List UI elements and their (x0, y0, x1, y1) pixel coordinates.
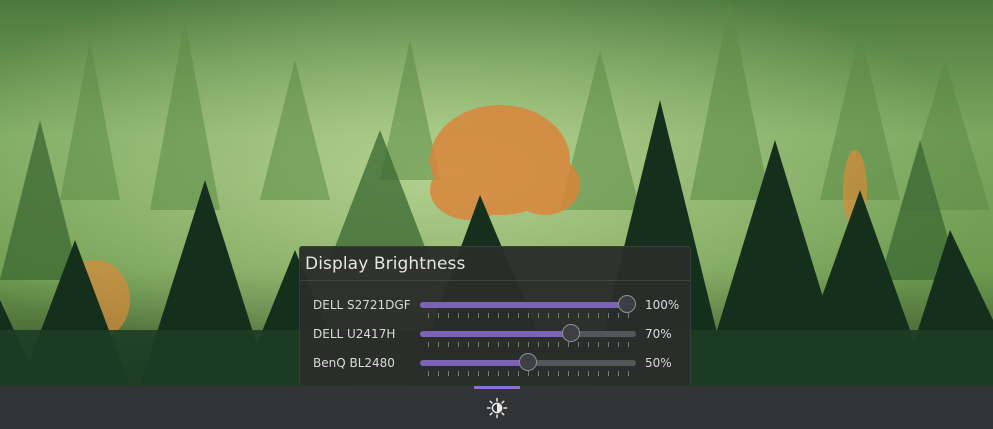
slider-tick (488, 313, 489, 318)
brightness-value: 50% (645, 356, 672, 370)
slider-tick (448, 371, 449, 376)
slider-tick (498, 313, 499, 318)
slider-tick (628, 371, 629, 376)
brightness-icon (486, 397, 508, 419)
slider-tick (558, 342, 559, 347)
slider-tick (568, 371, 569, 376)
slider-tick (488, 342, 489, 347)
brightness-value: 100% (645, 298, 680, 312)
monitor-name: DELL S2721DGF (313, 298, 411, 312)
slider-ticks (420, 371, 636, 377)
slider-tick (618, 313, 619, 318)
slider-tick (528, 342, 529, 347)
slider-tick (428, 371, 429, 376)
monitor-row: BenQ BL2480 50% (300, 353, 690, 381)
slider-tick (518, 371, 519, 376)
popup-divider (300, 280, 690, 281)
slider-tick (448, 342, 449, 347)
taskbar (0, 386, 993, 429)
slider-tick (608, 342, 609, 347)
slider-tick (588, 342, 589, 347)
slider-tick (558, 371, 559, 376)
slider-handle[interactable] (562, 324, 580, 342)
slider-tick (518, 342, 519, 347)
slider-tick (588, 371, 589, 376)
slider-tick (438, 313, 439, 318)
slider-tick (488, 371, 489, 376)
active-indicator (474, 386, 520, 389)
monitor-name: BenQ BL2480 (313, 356, 395, 370)
slider-tick (458, 371, 459, 376)
monitor-row: DELL S2721DGF 100% (300, 295, 690, 323)
brightness-value: 70% (645, 327, 672, 341)
slider-tick (568, 342, 569, 347)
slider-tick (428, 342, 429, 347)
slider-tick (458, 313, 459, 318)
slider-tick (438, 371, 439, 376)
slider-tick (478, 342, 479, 347)
slider-fill (420, 331, 571, 337)
slider-tick (578, 313, 579, 318)
slider-tick (508, 371, 509, 376)
slider-tick (478, 371, 479, 376)
slider-tick (468, 371, 469, 376)
slider-fill (420, 360, 528, 366)
slider-handle[interactable] (519, 353, 537, 371)
slider-tick (548, 313, 549, 318)
slider-tick (508, 313, 509, 318)
popup-title: Display Brightness (305, 254, 466, 274)
display-brightness-popup: Display Brightness DELL S2721DGF 100% DE… (299, 246, 691, 385)
slider-tick (428, 313, 429, 318)
slider-tick (508, 342, 509, 347)
slider-fill (420, 302, 636, 308)
slider-tick (598, 313, 599, 318)
slider-tick (518, 313, 519, 318)
slider-tick (528, 371, 529, 376)
slider-tick (588, 313, 589, 318)
slider-tick (568, 313, 569, 318)
slider-ticks (420, 313, 636, 319)
brightness-tray-button[interactable] (474, 386, 520, 429)
slider-tick (538, 371, 539, 376)
slider-tick (608, 371, 609, 376)
monitor-name: DELL U2417H (313, 327, 396, 341)
brightness-slider[interactable] (420, 324, 636, 350)
slider-tick (538, 342, 539, 347)
slider-tick (548, 342, 549, 347)
slider-tick (598, 371, 599, 376)
brightness-slider[interactable] (420, 353, 636, 379)
slider-tick (528, 313, 529, 318)
slider-tick (578, 371, 579, 376)
slider-tick (448, 313, 449, 318)
desktop: Display Brightness DELL S2721DGF 100% DE… (0, 0, 993, 429)
slider-tick (548, 371, 549, 376)
slider-tick (578, 342, 579, 347)
slider-tick (608, 313, 609, 318)
slider-tick (628, 313, 629, 318)
slider-tick (558, 313, 559, 318)
slider-tick (628, 342, 629, 347)
slider-tick (458, 342, 459, 347)
brightness-slider[interactable] (420, 295, 636, 321)
slider-tick (618, 342, 619, 347)
slider-tick (538, 313, 539, 318)
slider-tick (438, 342, 439, 347)
slider-tick (498, 371, 499, 376)
slider-tick (598, 342, 599, 347)
slider-tick (468, 342, 469, 347)
slider-tick (618, 371, 619, 376)
slider-handle[interactable] (618, 295, 636, 313)
slider-ticks (420, 342, 636, 348)
slider-tick (478, 313, 479, 318)
slider-tick (468, 313, 469, 318)
slider-tick (498, 342, 499, 347)
monitor-row: DELL U2417H 70% (300, 324, 690, 352)
